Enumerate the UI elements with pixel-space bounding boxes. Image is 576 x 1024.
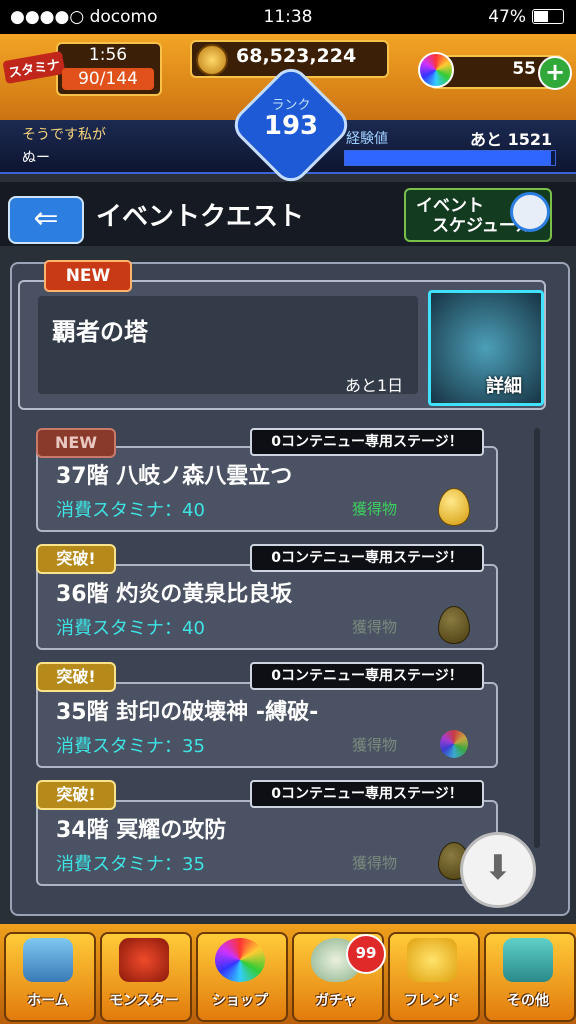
coin-icon (196, 44, 228, 76)
buy-orbs-button[interactable]: + (538, 56, 572, 90)
page-title: イベントクエスト (96, 202, 305, 232)
battery-status: 47% (488, 7, 564, 27)
battery-icon (532, 9, 564, 24)
orb-count: 55 (512, 59, 536, 79)
stage-reward-label: 獲得物 (352, 854, 398, 872)
egg-icon (438, 606, 470, 644)
gold-egg-icon (438, 488, 470, 526)
exp-label: 経験値 (346, 131, 388, 147)
stage-stamina: 消費スタミナ：40 (56, 500, 205, 521)
nav-shop-label: ショップ (212, 993, 268, 1009)
stage-badge: 突破! (36, 780, 116, 810)
stage-stamina: 消費スタミナ：40 (56, 618, 205, 639)
user-name: ぬー (22, 150, 50, 166)
stage-name: 34階 冥耀の攻防 (56, 818, 227, 843)
stage-name: 37階 八岐ノ森八雲立つ (56, 464, 293, 489)
user-comment: そうです私が (22, 127, 106, 143)
stage-reward-label: 獲得物 (352, 736, 398, 754)
stage-name: 36階 灼炎の黄泉比良坂 (56, 582, 293, 607)
nav-friend-label: フレンド (404, 993, 460, 1009)
gacha-count-badge: 99 (346, 934, 386, 974)
rank-value: 193 (263, 111, 319, 141)
nav-other-label: その他 (507, 993, 549, 1009)
other-icon (503, 938, 553, 982)
nav-monster-label: モンスター (109, 993, 179, 1009)
exp-bar (344, 150, 556, 166)
stage-reward-label: 獲得物 (352, 500, 398, 518)
detail-label: 詳細 (486, 376, 522, 397)
stage-tag: 0コンテニュー専用ステージ！ (250, 662, 484, 690)
stage-tag: 0コンテニュー専用ステージ！ (250, 544, 484, 572)
status-bar: ●●●●○ docomo 11:38 47% (0, 0, 576, 34)
exp-bar-fill (345, 151, 551, 165)
scroll-down-button[interactable]: ⬇ (460, 832, 536, 908)
stage-badge: NEW (36, 428, 116, 458)
new-badge: NEW (44, 260, 132, 292)
scrollbar[interactable] (534, 428, 540, 848)
stage-badge: 突破! (36, 662, 116, 692)
coin-value: 68,523,224 (236, 45, 357, 67)
back-button[interactable]: ⇐ (8, 196, 84, 244)
stage-badge: 突破! (36, 544, 116, 574)
stage-name: 35階 封印の破壊神 -縛破- (56, 700, 319, 725)
battery-percent: 47% (488, 7, 526, 27)
featured-quest-name: 覇者の塔 (52, 318, 148, 346)
stamina-timer: 1:56 (88, 45, 128, 65)
stage-tag: 0コンテニュー専用ステージ！ (250, 428, 484, 456)
clock-icon (510, 192, 550, 232)
stage-stamina: 消費スタミナ：35 (56, 736, 205, 757)
monster-icon (119, 938, 169, 982)
nav-gacha-label: ガチャ (315, 993, 357, 1009)
orb-icon (440, 730, 468, 758)
shop-orb-icon (215, 938, 265, 982)
stamina-value: 90/144 (62, 68, 154, 90)
home-icon (23, 938, 73, 982)
orb-icon (418, 52, 454, 88)
stage-tag: 0コンテニュー専用ステージ！ (250, 780, 484, 808)
friend-icon (407, 938, 457, 982)
exp-remaining: あと 1521 (470, 130, 553, 149)
stage-stamina: 消費スタミナ：35 (56, 854, 205, 875)
stage-reward-label: 獲得物 (352, 618, 398, 636)
nav-home-label: ホーム (27, 993, 69, 1009)
featured-quest-remaining: あと1日 (345, 376, 404, 395)
